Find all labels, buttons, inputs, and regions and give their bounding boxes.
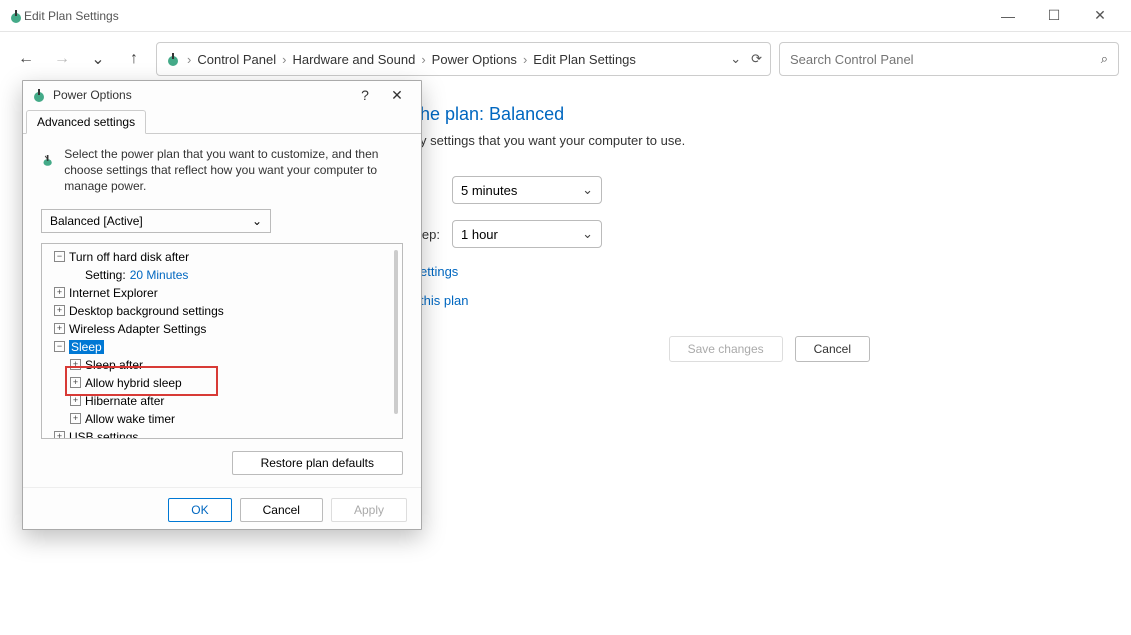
tree-setting-value[interactable]: 20 Minutes bbox=[130, 268, 189, 282]
restore-defaults-link[interactable]: this plan bbox=[420, 293, 1111, 308]
page-title: he plan: Balanced bbox=[420, 104, 1111, 125]
expand-icon[interactable]: + bbox=[54, 305, 65, 316]
tree-node[interactable]: Wireless Adapter Settings bbox=[69, 322, 206, 336]
dialog-titlebar: Power Options ? ✕ bbox=[23, 81, 421, 109]
search-input[interactable] bbox=[790, 52, 1101, 67]
cancel-button[interactable]: Cancel bbox=[240, 498, 323, 522]
power-plan-icon bbox=[31, 87, 47, 103]
chevron-right-icon: › bbox=[187, 52, 191, 67]
tree-node[interactable]: USB settings bbox=[69, 430, 138, 439]
tree-node[interactable]: Hibernate after bbox=[85, 394, 164, 408]
highlight-annotation bbox=[65, 366, 218, 396]
window-titlebar: Edit Plan Settings — ☐ ✕ bbox=[0, 0, 1131, 32]
breadcrumb[interactable]: Hardware and Sound bbox=[292, 52, 415, 67]
search-icon[interactable]: ⌕ bbox=[1101, 51, 1108, 67]
breadcrumb[interactable]: Control Panel bbox=[197, 52, 276, 67]
close-button[interactable]: ✕ bbox=[1077, 0, 1123, 32]
select-value: Balanced [Active] bbox=[50, 214, 143, 228]
sleep-timeout-select[interactable]: 1 hour ⌄ bbox=[452, 220, 602, 248]
forward-button[interactable]: → bbox=[48, 45, 76, 73]
expand-icon[interactable]: + bbox=[54, 323, 65, 334]
scrollbar[interactable] bbox=[394, 250, 398, 414]
power-plan-icon bbox=[8, 8, 24, 24]
search-box[interactable]: ⌕ bbox=[779, 42, 1119, 76]
chevron-down-icon[interactable]: ⌄ bbox=[730, 51, 741, 67]
maximize-button[interactable]: ☐ bbox=[1031, 0, 1077, 32]
dialog-close-button[interactable]: ✕ bbox=[381, 81, 413, 109]
nav-row: ← → ⌄ ↑ › Control Panel › Hardware and S… bbox=[0, 32, 1131, 86]
tree-node[interactable]: Turn off hard disk after bbox=[69, 250, 189, 264]
chevron-down-icon: ⌄ bbox=[582, 182, 593, 198]
chevron-down-icon: ⌄ bbox=[582, 226, 593, 242]
up-button[interactable]: ↑ bbox=[120, 45, 148, 73]
ok-button[interactable]: OK bbox=[168, 498, 231, 522]
breadcrumb[interactable]: Edit Plan Settings bbox=[533, 52, 636, 67]
plan-select[interactable]: Balanced [Active] ⌄ bbox=[41, 209, 271, 233]
select-value: 5 minutes bbox=[461, 183, 517, 198]
window-title: Edit Plan Settings bbox=[24, 9, 985, 23]
tree-setting-label: Setting: bbox=[85, 268, 126, 282]
save-changes-button[interactable]: Save changes bbox=[669, 336, 783, 362]
advanced-settings-link[interactable]: ettings bbox=[420, 264, 1111, 279]
chevron-right-icon: › bbox=[421, 52, 425, 67]
tree-node-sleep[interactable]: Sleep bbox=[69, 340, 104, 354]
breadcrumb[interactable]: Power Options bbox=[432, 52, 517, 67]
back-button[interactable]: ← bbox=[12, 45, 40, 73]
chevron-right-icon: › bbox=[282, 52, 286, 67]
tree-node[interactable]: Desktop background settings bbox=[69, 304, 224, 318]
refresh-icon[interactable]: ⟳ bbox=[751, 51, 762, 67]
select-value: 1 hour bbox=[461, 227, 498, 242]
apply-button[interactable]: Apply bbox=[331, 498, 407, 522]
display-timeout-select[interactable]: 5 minutes ⌄ bbox=[452, 176, 602, 204]
tree-node[interactable]: Internet Explorer bbox=[69, 286, 158, 300]
collapse-icon[interactable]: − bbox=[54, 251, 65, 262]
help-button[interactable]: ? bbox=[349, 81, 381, 109]
power-plan-icon bbox=[165, 51, 181, 67]
tab-advanced-settings[interactable]: Advanced settings bbox=[26, 110, 146, 134]
tab-strip: Advanced settings bbox=[23, 109, 421, 134]
chevron-down-icon: ⌄ bbox=[252, 214, 262, 228]
chevron-right-icon: › bbox=[523, 52, 527, 67]
expand-icon[interactable]: + bbox=[70, 413, 81, 424]
expand-icon[interactable]: + bbox=[54, 287, 65, 298]
collapse-icon[interactable]: − bbox=[54, 341, 65, 352]
minimize-button[interactable]: — bbox=[985, 0, 1031, 32]
page-description: y settings that you want your computer t… bbox=[420, 133, 1111, 148]
recent-dropdown[interactable]: ⌄ bbox=[84, 45, 112, 73]
address-bar[interactable]: › Control Panel › Hardware and Sound › P… bbox=[156, 42, 771, 76]
dialog-title: Power Options bbox=[53, 88, 349, 102]
power-plan-large-icon bbox=[41, 146, 54, 174]
settings-tree[interactable]: −Turn off hard disk after Setting:20 Min… bbox=[41, 243, 403, 439]
restore-defaults-button[interactable]: Restore plan defaults bbox=[232, 451, 403, 475]
expand-icon[interactable]: + bbox=[54, 431, 65, 439]
tree-node[interactable]: Allow wake timer bbox=[85, 412, 175, 426]
power-options-dialog: Power Options ? ✕ Advanced settings Sele… bbox=[22, 80, 422, 530]
cancel-button[interactable]: Cancel bbox=[795, 336, 870, 362]
expand-icon[interactable]: + bbox=[70, 395, 81, 406]
dialog-intro-text: Select the power plan that you want to c… bbox=[64, 146, 403, 195]
